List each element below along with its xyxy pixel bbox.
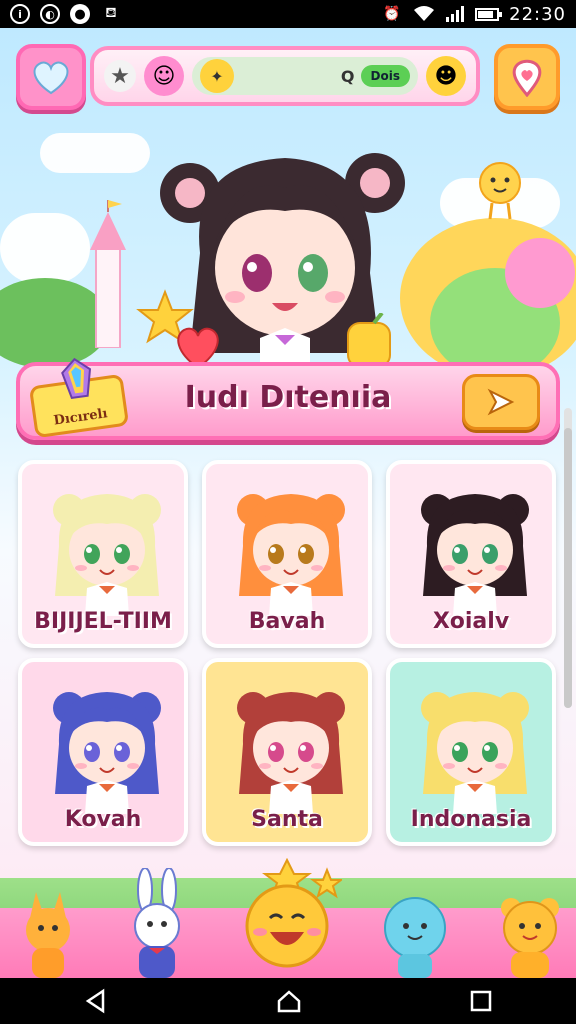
character-portrait [237,692,345,814]
character-name: BIJIJEL-TIIM [34,609,172,634]
character-card[interactable]: Santa [202,658,372,846]
status-right-icons: ⏰ 22:30 [381,3,566,25]
status-left-icons: i ◐ ● ⛾ [10,3,122,25]
character-name: Xoialv [432,609,510,634]
character-name: Kovah [64,807,142,832]
castle-tower [90,200,126,348]
character-portrait [421,494,529,616]
wifi-icon [414,6,435,21]
sync-icon: ◐ [40,4,60,24]
sun-face-icon[interactable] [232,858,342,978]
search-icon[interactable]: Q [341,67,355,86]
heart-icon [33,61,69,95]
battery-icon [475,7,503,21]
character-portrait [421,692,529,814]
map-pin-button[interactable] [494,44,560,110]
character-name: Bavah [248,609,326,634]
resource-bar: ★ ☺ ✦ Q Dois ☻ [90,46,480,106]
sun-mascot-icon [479,162,521,220]
bunny-icon[interactable] [125,868,189,978]
resource-track: ✦ Q Dois [192,57,418,95]
slime-icon[interactable] [380,894,450,978]
back-icon[interactable] [83,988,109,1014]
star-icon: ★ [104,60,136,92]
cloud [0,213,90,283]
character-card[interactable]: Kovah [18,658,188,846]
status-bar: i ◐ ● ⛾ ⏰ 22:30 [0,0,576,28]
signal-icon [446,6,465,22]
recents-icon[interactable] [469,989,493,1013]
home-icon[interactable] [275,987,303,1015]
arrow-right-icon [487,388,515,416]
map-pin-icon [512,59,542,97]
bear-icon[interactable] [495,894,565,978]
character-card[interactable]: Xoialv [386,460,556,648]
character-name: Santa [251,807,323,832]
smiley-icon[interactable]: ☻ [426,56,466,96]
android-nav-bar [0,978,576,1024]
character-portrait [53,494,161,616]
character-portrait [237,494,345,616]
character-name: Indonasia [410,807,532,832]
character-portrait [53,692,161,814]
cloud [40,133,150,173]
character-card[interactable]: Indonasia [386,658,556,846]
fox-icon[interactable] [18,888,78,978]
banner-arrow-button[interactable] [462,374,540,430]
character-card[interactable]: Bavah [202,460,372,648]
status-time: 22:30 [509,3,566,25]
scrollbar-thumb[interactable] [564,428,572,708]
game-icon: ⛾ [105,5,117,21]
featured-banner[interactable]: Dıcırelı Iudı Dıtenıia [16,357,560,440]
pink-tree [505,238,575,308]
character-card[interactable]: BIJIJEL-TIIM [18,460,188,648]
chat-icon: ● [70,4,90,24]
pink-smiley-icon: ☺ [144,56,184,96]
currency-pill[interactable]: Dois [360,65,410,87]
info-icon: i [10,4,30,24]
favorite-button[interactable] [16,44,86,110]
alarm-icon: ⏰ [383,6,401,22]
yellow-coin-icon: ✦ [200,59,234,93]
game-screen: ★ ☺ ✦ Q Dois ☻ Dıcırelı Iudı Dıtenıia BI… [0,28,576,978]
